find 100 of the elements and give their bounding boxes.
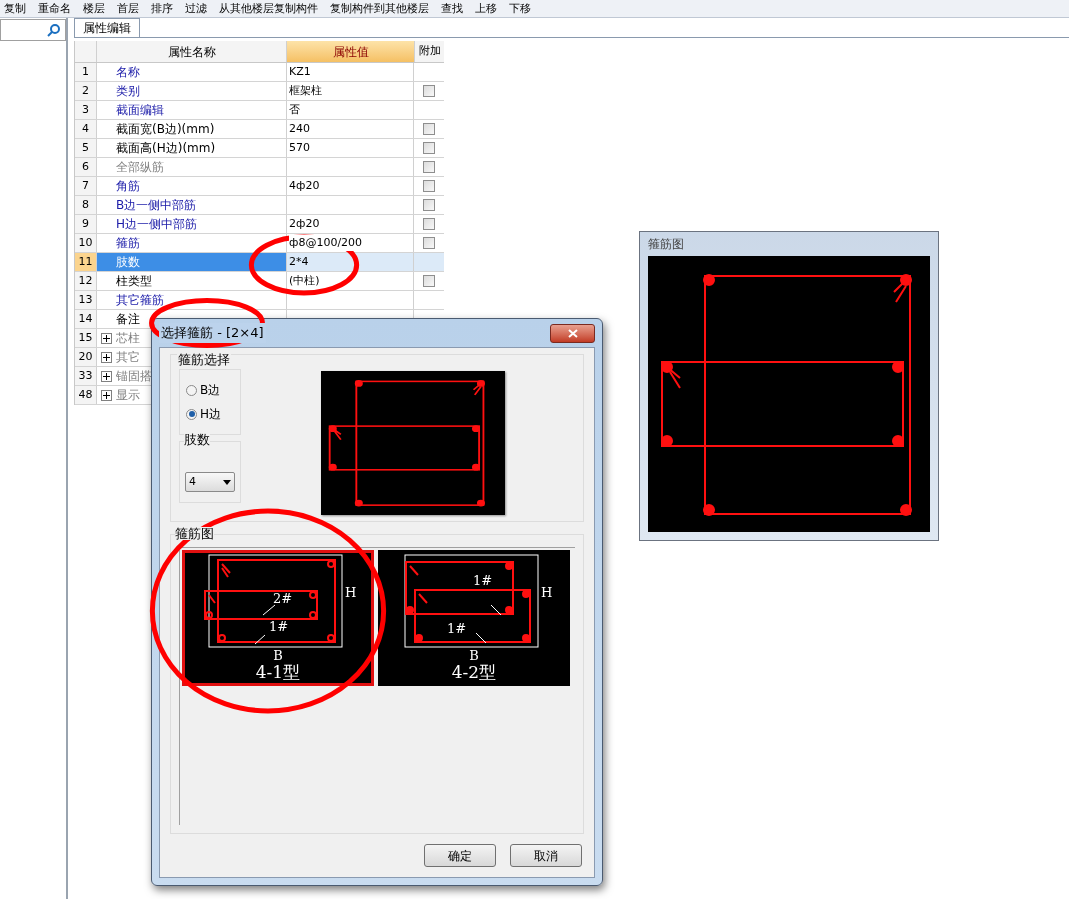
row-number: 48 <box>75 386 97 404</box>
checkbox[interactable] <box>423 142 435 154</box>
property-name: B边一侧中部筋 <box>116 197 197 214</box>
expand-icon[interactable] <box>101 351 112 363</box>
property-name: 截面高(H边)(mm) <box>116 140 216 157</box>
row-number: 1 <box>75 63 97 81</box>
row-number: 5 <box>75 139 97 157</box>
column-header: 附加 <box>414 41 444 62</box>
toolbar-button[interactable]: 查找 <box>441 3 463 14</box>
checkbox[interactable] <box>423 275 435 287</box>
property-value: ф8@100/200 <box>289 234 363 252</box>
row-number: 14 <box>75 310 97 328</box>
toolbar-button[interactable]: 上移 <box>475 3 497 14</box>
type-label: 4-1型 <box>255 661 301 683</box>
close-icon <box>567 328 578 338</box>
height-label: H <box>541 585 553 600</box>
property-name: 箍筋 <box>116 235 140 252</box>
table-row[interactable]: 11 肢数 2*4 <box>75 253 444 272</box>
expand-icon[interactable] <box>101 389 112 401</box>
toolbar-button[interactable]: 重命名 <box>38 3 71 14</box>
close-button[interactable] <box>550 323 595 343</box>
width-label: B <box>273 648 283 662</box>
property-name: 备注 <box>116 311 140 328</box>
height-label: H <box>345 585 357 600</box>
property-name: 其它箍筋 <box>116 292 164 309</box>
property-name: 角筋 <box>116 178 140 195</box>
row-number: 2 <box>75 82 97 100</box>
toolbar-button[interactable]: 复制构件到其他楼层 <box>330 3 429 14</box>
row-number: 3 <box>75 101 97 119</box>
row-number: 6 <box>75 158 97 176</box>
row-number: 15 <box>75 329 97 347</box>
table-row[interactable]: 6 全部纵筋 <box>75 158 444 177</box>
legs-dropdown[interactable]: 4 <box>185 472 235 492</box>
table-row[interactable]: 12 柱类型 (中柱) <box>75 272 444 291</box>
property-name: 其它 <box>116 349 140 366</box>
property-name: 肢数 <box>116 254 140 271</box>
panel-title: 箍筋图 <box>648 236 685 253</box>
property-name: H边一侧中部筋 <box>116 216 198 233</box>
toolbar-button[interactable]: 首层 <box>117 3 139 14</box>
dialog-button[interactable]: 确定 <box>424 844 496 867</box>
checkbox[interactable] <box>423 237 435 249</box>
table-row[interactable]: 1 名称 KZ1 <box>75 63 444 82</box>
property-name: 柱类型 <box>116 273 152 290</box>
property-name: 显示 <box>116 387 140 404</box>
checkbox[interactable] <box>423 85 435 97</box>
caret-icon <box>223 479 231 485</box>
tab[interactable]: 属性编辑 <box>74 18 140 37</box>
table-row[interactable]: 7 角筋 4ф20 <box>75 177 444 196</box>
property-name: 名称 <box>116 64 140 81</box>
row-number: 10 <box>75 234 97 252</box>
group-title: 箍筋选择 <box>177 353 231 366</box>
toolbar-button[interactable]: 过滤 <box>185 3 207 14</box>
stirrup-type-option[interactable]: 2# 1# H B 4-1型 <box>182 550 374 686</box>
row-number: 33 <box>75 367 97 385</box>
toolbar-button[interactable]: 排序 <box>151 3 173 14</box>
property-name: 截面编辑 <box>116 102 164 119</box>
row-number: 9 <box>75 215 97 233</box>
dialog-button[interactable]: 取消 <box>510 844 582 867</box>
type-label: 4-2型 <box>451 661 497 683</box>
toolbar-button[interactable]: 下移 <box>509 3 531 14</box>
property-name: 全部纵筋 <box>116 159 164 176</box>
table-row[interactable]: 4 截面宽(B边)(mm) 240 <box>75 120 444 139</box>
search-icon <box>47 23 61 37</box>
checkbox[interactable] <box>423 218 435 230</box>
row-number: 11 <box>75 253 97 271</box>
radio-option[interactable]: H边 <box>186 405 240 423</box>
table-row[interactable]: 9 H边一侧中部筋 2ф20 <box>75 215 444 234</box>
row-number: 12 <box>75 272 97 290</box>
property-name: 类别 <box>116 83 140 100</box>
toolbar-button[interactable]: 楼层 <box>83 3 105 14</box>
row-number: 4 <box>75 120 97 138</box>
expand-icon[interactable] <box>101 332 112 344</box>
checkbox[interactable] <box>423 199 435 211</box>
stirrup-label: 1# <box>473 573 493 588</box>
stirrup-label: 1# <box>269 619 289 634</box>
row-number: 7 <box>75 177 97 195</box>
table-row[interactable]: 5 截面高(H边)(mm) 570 <box>75 139 444 158</box>
table-row[interactable]: 2 类别 框架柱 <box>75 82 444 101</box>
table-row[interactable]: 3 截面编辑 否 <box>75 101 444 120</box>
dialog-title: 选择箍筋 - [2×4] <box>159 323 266 343</box>
row-number: 20 <box>75 348 97 366</box>
group-title: 箍筋图 <box>175 527 214 540</box>
checkbox[interactable] <box>423 180 435 192</box>
toolbar-button[interactable]: 从其他楼层复制构件 <box>219 3 318 14</box>
expand-icon[interactable] <box>101 370 112 382</box>
search-field[interactable] <box>0 19 66 41</box>
property-name: 芯柱 <box>116 330 140 347</box>
row-number: 8 <box>75 196 97 214</box>
toolbar-button[interactable]: 复制 <box>4 3 26 14</box>
width-label: B <box>469 648 479 662</box>
stirrup-type-option[interactable]: 1# 1# H B 4-2型 <box>378 550 570 686</box>
group-title: 肢数 <box>184 433 210 446</box>
table-row[interactable]: 8 B边一侧中部筋 <box>75 196 444 215</box>
table-row[interactable]: 13 其它箍筋 <box>75 291 444 310</box>
column-header: 属性值 <box>287 41 414 62</box>
table-row[interactable]: 10 箍筋 ф8@100/200 <box>75 234 444 253</box>
stirrup-label: 1# <box>447 621 467 636</box>
checkbox[interactable] <box>423 123 435 135</box>
radio-option[interactable]: B边 <box>186 381 240 399</box>
checkbox[interactable] <box>423 161 435 173</box>
